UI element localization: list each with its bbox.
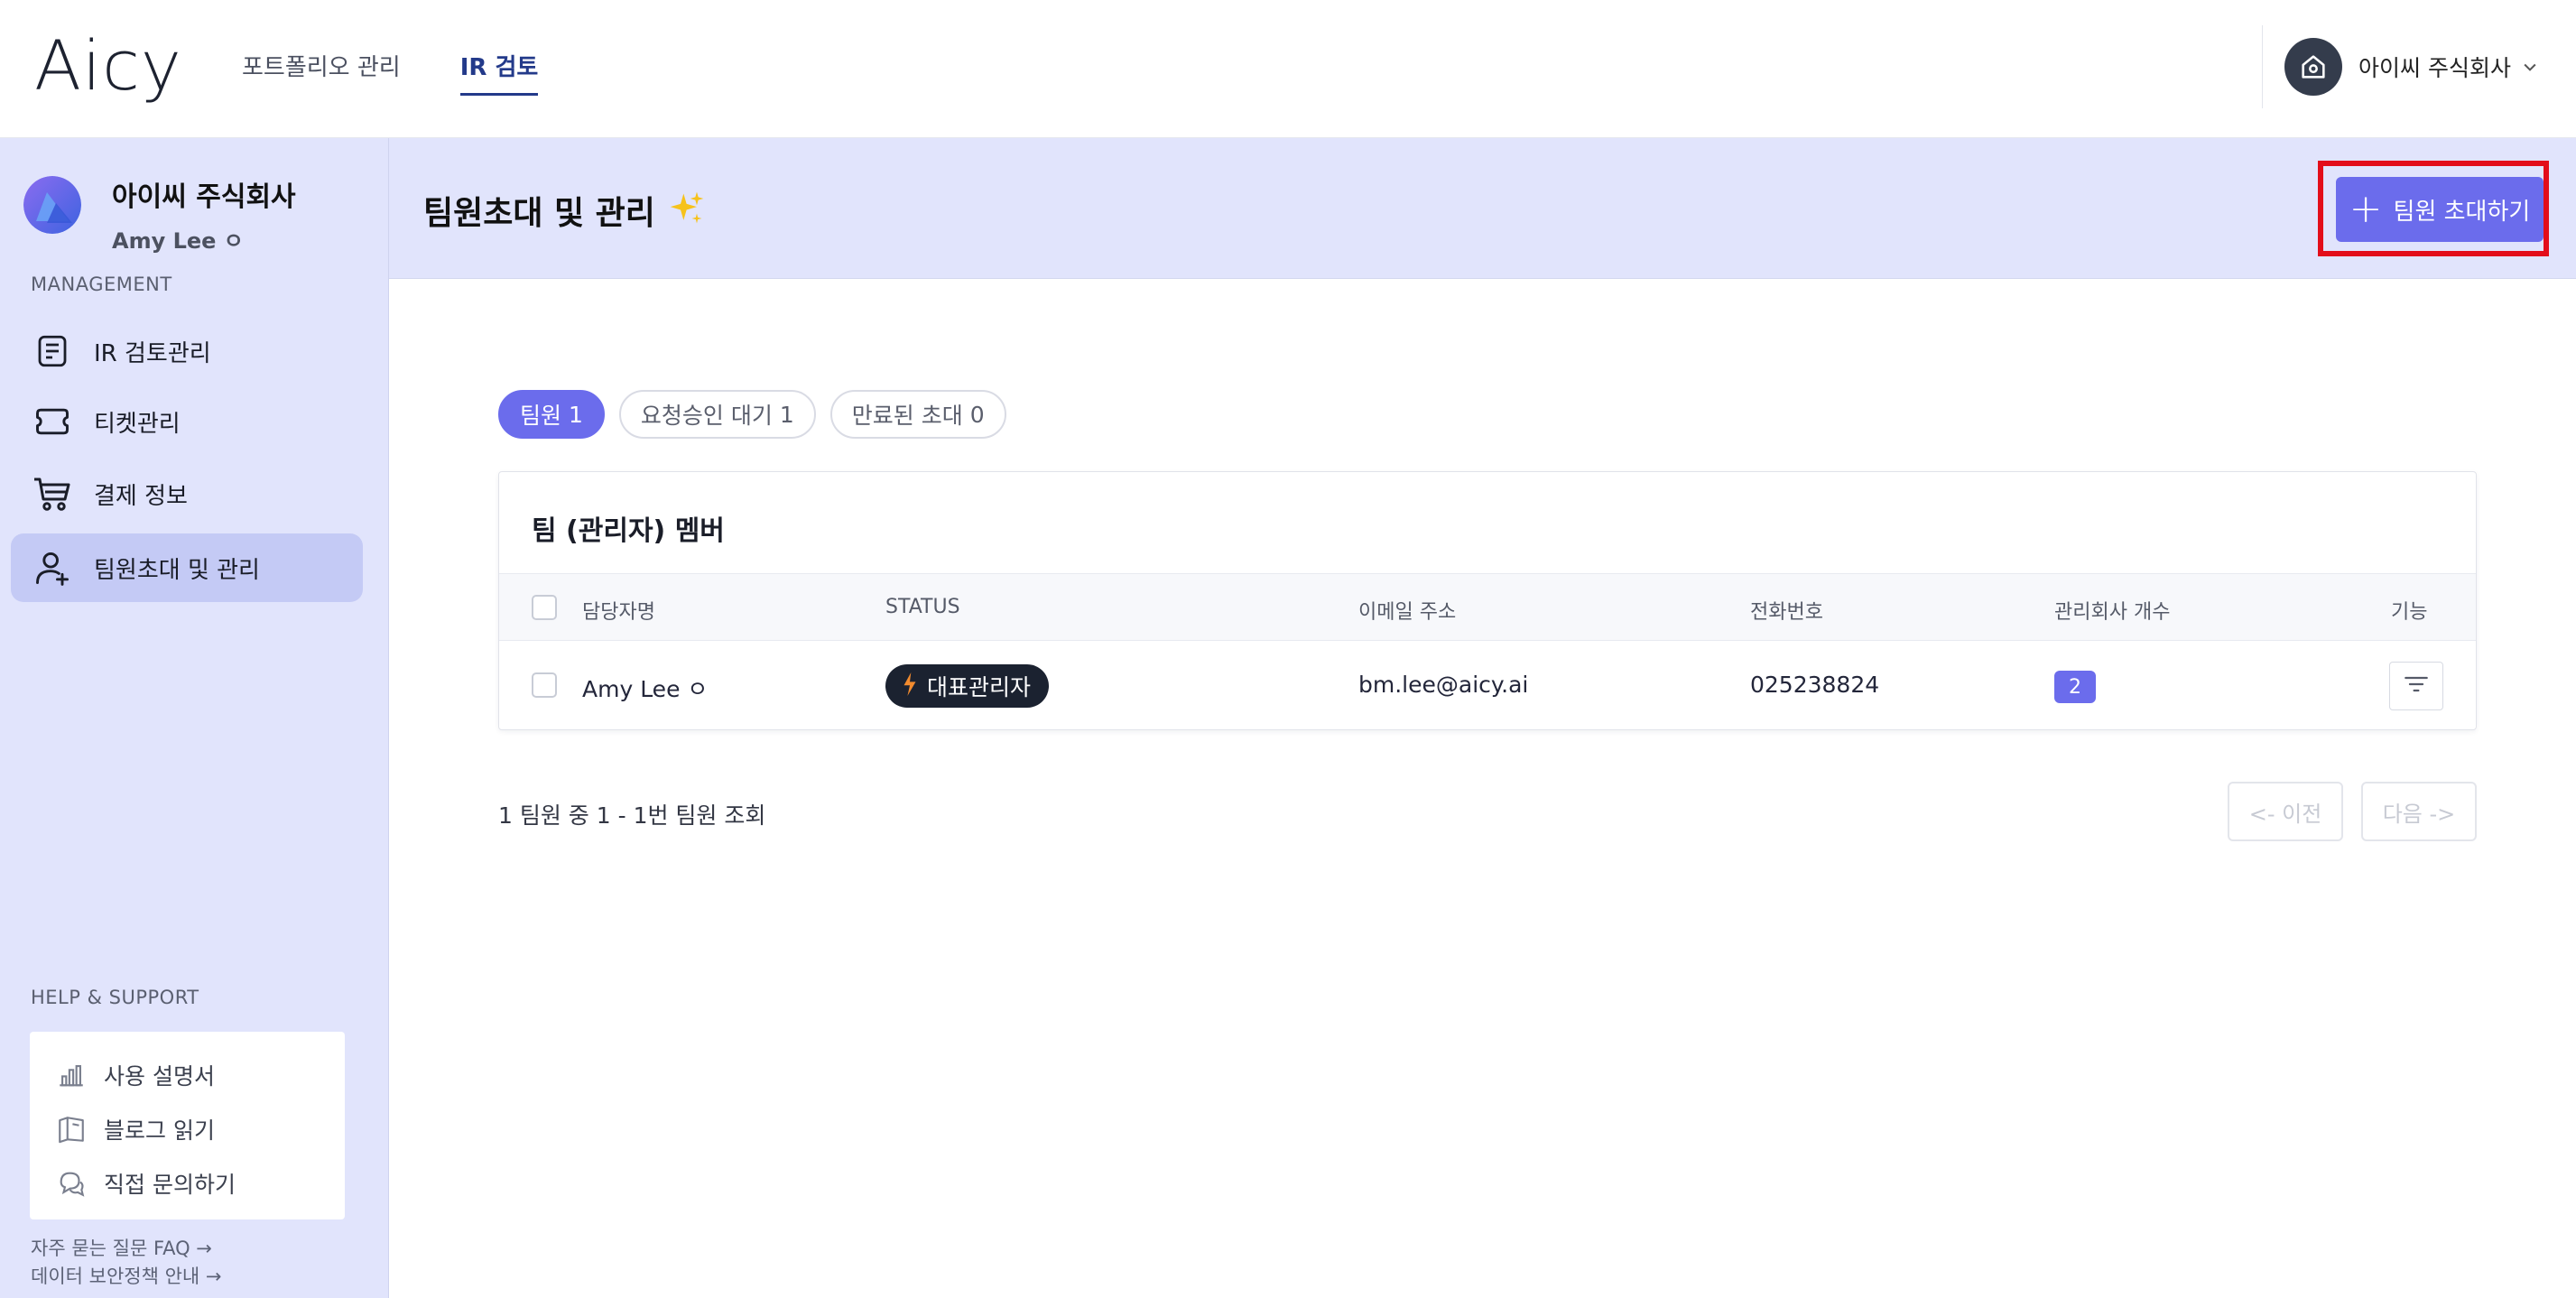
page-title: 팀원초대 및 관리 xyxy=(423,195,655,232)
member-name: Amy Lee ㅇ xyxy=(582,676,709,702)
top-header: Aicy 포트폴리오 관리 IR 검토 아이씨 주식회사 xyxy=(0,0,2576,138)
company-icon xyxy=(2284,38,2343,96)
col-phone[interactable]: 전화번호 xyxy=(1750,596,1823,625)
avatar xyxy=(23,176,81,234)
tab-label: 만료된 초대 xyxy=(851,403,963,429)
filter-icon xyxy=(2404,673,2429,699)
tab-members[interactable]: 팀원 1 xyxy=(498,390,605,439)
page-header: 팀원초대 및 관리 + 팀원 초대하기 xyxy=(389,138,2576,279)
col-status[interactable]: STATUS xyxy=(885,596,960,618)
prev-page-button[interactable]: <- 이전 xyxy=(2228,782,2343,841)
help-item-label: 사용 설명서 xyxy=(104,1063,215,1089)
member-tabs: 팀원 1 요청승인 대기 1 만료된 초대 0 xyxy=(498,390,1006,439)
col-company-count[interactable]: 관리회사 개수 xyxy=(2054,596,2170,625)
highlight-outline: + 팀원 초대하기 xyxy=(2318,161,2549,256)
col-name[interactable]: 담당자명 xyxy=(582,596,655,625)
sidebar-item-team-invite[interactable]: 팀원초대 및 관리 xyxy=(11,533,363,602)
help-item-manual[interactable]: 사용 설명서 xyxy=(30,1048,345,1102)
col-email[interactable]: 이메일 주소 xyxy=(1358,596,1456,625)
tab-count: 1 xyxy=(569,401,583,428)
help-item-blog[interactable]: 블로그 읽기 xyxy=(30,1102,345,1156)
nav-ir-review[interactable]: IR 검토 xyxy=(459,49,539,96)
lightning-icon xyxy=(902,672,918,700)
tab-count: 0 xyxy=(969,401,985,428)
chat-icon xyxy=(55,1167,88,1200)
table-title: 팀 (관리자) 멤버 xyxy=(532,515,725,547)
table-header: 담당자명 STATUS 이메일 주소 전화번호 관리회사 개수 기능 xyxy=(499,573,2476,641)
sidebar: 아이씨 주식회사 Amy Lee ㅇ MANAGEMENT IR 검토관리 티켓… xyxy=(0,138,389,1298)
help-card: 사용 설명서 블로그 읽기 직접 문의하기 xyxy=(30,1032,345,1219)
row-action-button[interactable] xyxy=(2389,662,2443,710)
document-icon xyxy=(31,329,74,373)
security-policy-link[interactable]: 데이터 보안정책 안내 → xyxy=(31,1262,222,1289)
table-row: Amy Lee ㅇ 대표관리자 bm.lee@aicy.ai 025238824… xyxy=(499,642,2476,729)
select-all-checkbox[interactable] xyxy=(532,595,557,620)
sidebar-item-label: 티켓관리 xyxy=(94,410,181,438)
members-table-card: 팀 (관리자) 멤버 담당자명 STATUS 이메일 주소 전화번호 관리회사 … xyxy=(498,471,2477,730)
invite-member-button[interactable]: + 팀원 초대하기 xyxy=(2336,177,2544,242)
sidebar-item-label: IR 검토관리 xyxy=(94,339,211,367)
row-checkbox[interactable] xyxy=(532,672,557,698)
company-count-badge: 2 xyxy=(2054,671,2096,703)
next-page-button[interactable]: 다음 -> xyxy=(2361,782,2477,841)
sidebar-item-label: 결제 정보 xyxy=(94,482,188,510)
ticket-icon xyxy=(31,400,74,443)
profile: 아이씨 주식회사 Amy Lee ㅇ xyxy=(23,172,296,255)
sidebar-item-label: 팀원초대 및 관리 xyxy=(94,556,260,584)
nav-portfolio[interactable]: 포트폴리오 관리 xyxy=(242,49,401,96)
cart-icon xyxy=(31,472,74,515)
sidebar-user-name: Amy Lee ㅇ xyxy=(112,228,244,254)
pagination-summary: 1 팀원 중 1 - 1번 팀원 조회 xyxy=(498,802,766,829)
top-nav: 포트폴리오 관리 IR 검토 xyxy=(242,49,539,96)
tab-label: 요청승인 대기 xyxy=(640,403,773,429)
help-item-label: 직접 문의하기 xyxy=(104,1172,236,1198)
chart-bars-icon xyxy=(55,1059,88,1091)
tab-label: 팀원 xyxy=(520,403,562,429)
logo-text: Aicy xyxy=(34,25,182,106)
help-section-label: HELP & SUPPORT xyxy=(31,987,199,1008)
sidebar-item-ir-review[interactable]: IR 검토관리 xyxy=(11,317,363,385)
sidebar-item-tickets[interactable]: 티켓관리 xyxy=(11,387,363,456)
sidebar-company-name: 아이씨 주식회사 xyxy=(112,181,296,213)
book-icon xyxy=(55,1113,88,1145)
tab-pending[interactable]: 요청승인 대기 1 xyxy=(618,390,816,439)
management-section-label: MANAGEMENT xyxy=(31,274,172,295)
company-switcher[interactable]: 아이씨 주식회사 xyxy=(2262,25,2540,108)
user-add-icon xyxy=(31,546,74,589)
status-badge: 대표관리자 xyxy=(885,664,1050,708)
tab-expired[interactable]: 만료된 초대 0 xyxy=(829,390,1006,439)
invite-button-label: 팀원 초대하기 xyxy=(2393,198,2531,226)
member-phone: 025238824 xyxy=(1750,672,1880,698)
help-item-label: 블로그 읽기 xyxy=(104,1117,215,1144)
app-logo[interactable]: Aicy xyxy=(34,25,182,106)
tab-count: 1 xyxy=(779,401,794,428)
sparkles-icon xyxy=(667,189,707,232)
status-label: 대표관리자 xyxy=(927,674,1032,700)
plus-icon: + xyxy=(2349,186,2383,232)
chevron-down-icon xyxy=(2520,57,2540,77)
help-item-contact[interactable]: 직접 문의하기 xyxy=(30,1156,345,1210)
member-email: bm.lee@aicy.ai xyxy=(1358,672,1529,698)
faq-link[interactable]: 자주 묻는 질문 FAQ → xyxy=(31,1234,212,1261)
header-company-name: 아이씨 주식회사 xyxy=(2358,55,2511,81)
sidebar-item-payment[interactable]: 결제 정보 xyxy=(11,459,363,528)
col-actions: 기능 xyxy=(2391,601,2428,624)
